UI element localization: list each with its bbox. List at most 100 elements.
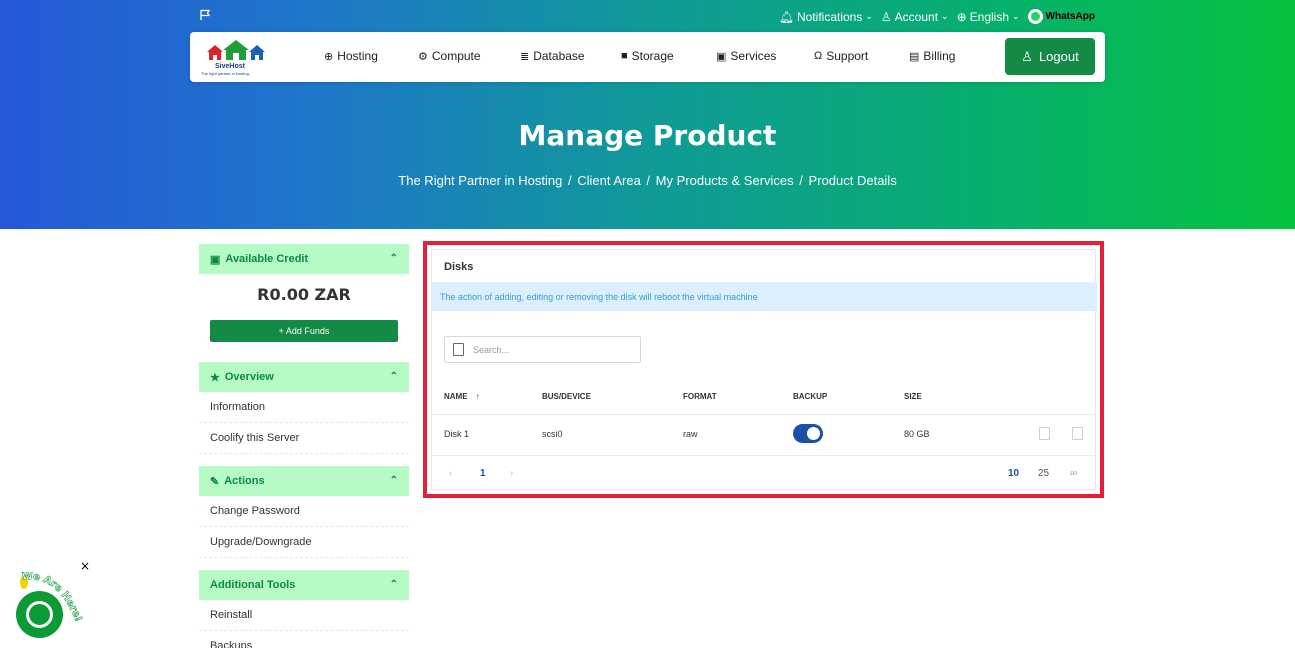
box-icon: ■ [621,50,628,62]
sort-asc-icon: ↑ [475,392,480,401]
top-bar: 🔔︎ Notifications ⌄ ♙ Account ⌄ ⊕ English… [0,7,1295,27]
overview-panel: ★ Overview ⌃ Information Coolify this Se… [199,362,409,454]
tools-heading: Additional Tools [210,579,296,591]
actions-panel-header[interactable]: ✎ Actions ⌃ [199,466,409,496]
user-icon: ♙ [880,9,892,24]
user-icon: ♙ [1021,48,1033,64]
prev-page-button[interactable]: ‹ [449,468,452,479]
breadcrumb-separator: / [567,173,572,188]
disk-format-cell: raw [683,429,698,439]
flag-icon[interactable] [199,9,211,21]
column-header-format[interactable]: FORMAT [683,392,717,401]
disk-bus-cell: scsi0 [542,429,563,439]
nav-hosting[interactable]: ⊕ Hosting [324,49,378,63]
sidebar-item-coolify[interactable]: Coolify this Server [199,423,409,454]
column-header-backup[interactable]: BACKUP [793,392,827,401]
disk-search[interactable] [444,336,641,363]
nav-billing-label: Billing [923,49,956,63]
nav-services[interactable]: ▣ Services [716,49,776,63]
overview-links: Information Coolify this Server [199,392,409,454]
disk-name-cell: Disk 1 [444,429,470,439]
toggle-knob [807,427,820,440]
disks-title: Disks [444,261,474,273]
account-label: Account [894,9,939,24]
search-icon [453,343,464,356]
next-page-button[interactable]: › [510,468,513,479]
site-logo[interactable]: SiveHost The right partner in hosting. [201,37,269,77]
sidebar-item-upgrade[interactable]: Upgrade/Downgrade [199,527,409,558]
account-menu[interactable]: ♙ Account ⌄ [881,10,949,24]
chevron-down-icon: ⌄ [865,11,873,21]
search-input[interactable] [473,344,623,355]
chat-launcher-button[interactable] [16,591,63,638]
page-1-button[interactable]: 1 [480,468,486,479]
tools-panel: Additional Tools ⌃ Reinstall Backups [199,570,409,648]
column-header-name[interactable]: NAME ↑ [444,392,480,401]
logout-label: Logout [1038,49,1079,64]
whatsapp-label: WhatsApp [1045,11,1095,22]
chevron-up-icon: ⌃ [389,371,398,382]
headset-icon: Ω [814,50,823,62]
edit-disk-icon[interactable] [1039,427,1050,440]
language-menu[interactable]: ⊕ English ⌄ [957,10,1020,24]
language-label: English [969,9,1009,24]
notifications-label: Notifications [796,9,863,24]
chevron-down-icon: ⌄ [1012,11,1020,21]
credit-panel-header[interactable]: ▣ Available Credit ⌃ [199,244,409,274]
column-header-size[interactable]: SIZE [904,392,922,401]
chevron-up-icon: ⌃ [389,579,398,590]
add-funds-button[interactable]: + Add Funds [210,320,398,342]
breadcrumb: The Right Partner in Hosting / Client Ar… [0,173,1295,188]
page-title: Manage Product [518,119,777,152]
gear-icon: ⚙ [418,50,428,63]
nav-compute[interactable]: ⚙ Compute [418,49,481,63]
sidebar-item-change-password[interactable]: Change Password [199,496,409,527]
bell-icon: 🔔︎ [778,9,794,24]
wrench-icon: ✎ [210,475,220,488]
nav-compute-label: Compute [431,49,481,63]
backup-toggle[interactable] [793,424,823,443]
delete-disk-icon[interactable] [1072,427,1083,440]
database-icon: ≣ [520,50,530,63]
page-size-10[interactable]: 10 [1008,468,1019,479]
disks-card: Disks The action of adding, editing or r… [431,249,1097,490]
actions-panel: ✎ Actions ⌃ Change Password Upgrade/Down… [199,466,409,558]
nav-hosting-label: Hosting [337,49,378,63]
logo-name: SiveHost [215,63,245,70]
chat-close-icon[interactable]: × [80,559,90,573]
whatsapp-link[interactable]: WhatsApp [1027,9,1095,24]
sidebar-item-reinstall[interactable]: Reinstall [199,600,409,631]
nav-billing[interactable]: ▤ Billing [909,49,955,63]
breadcrumb-client-area[interactable]: Client Area [577,173,641,188]
breadcrumb-home[interactable]: The Right Partner in Hosting [398,173,562,188]
credit-amount: R0.00 ZAR [257,285,351,304]
logo-tagline: The right partner in hosting. [201,71,250,76]
houses-logo-icon [207,40,265,60]
disks-highlight-frame: Disks The action of adding, editing or r… [423,241,1104,498]
nav-services-label: Services [730,49,777,63]
chat-bubble-icon [26,601,53,628]
chevron-down-icon: ⌄ [941,11,949,21]
nav-database[interactable]: ≣ Database [520,49,585,63]
column-header-bus[interactable]: BUS/DEVICE [542,392,591,401]
globe-icon: ⊕ [324,50,334,63]
logout-button[interactable]: ♙ Logout [1005,38,1095,75]
sidebar-item-backups[interactable]: Backups [199,631,409,648]
actions-heading: Actions [224,475,265,487]
hero-banner: 🔔︎ Notifications ⌄ ♙ Account ⌄ ⊕ English… [0,0,1295,229]
overview-panel-header[interactable]: ★ Overview ⌃ [199,362,409,392]
page-size-25[interactable]: 25 [1038,468,1049,479]
tools-panel-header[interactable]: Additional Tools ⌃ [199,570,409,600]
sidebar-item-information[interactable]: Information [199,392,409,423]
gift-icon: ▣ [716,50,727,63]
chevron-up-icon: ⌃ [389,253,398,264]
nav-support[interactable]: Ω Support [814,49,868,63]
breadcrumb-current: Product Details [808,173,897,188]
breadcrumb-separator: / [799,173,803,188]
notifications-menu[interactable]: 🔔︎ Notifications ⌄ [779,10,873,24]
breadcrumb-products[interactable]: My Products & Services [656,173,794,188]
nav-storage[interactable]: ■ Storage [621,49,674,63]
page-size-all[interactable]: ∞ [1070,468,1077,479]
row-divider [432,414,1097,415]
receipt-icon: ▤ [909,50,920,63]
